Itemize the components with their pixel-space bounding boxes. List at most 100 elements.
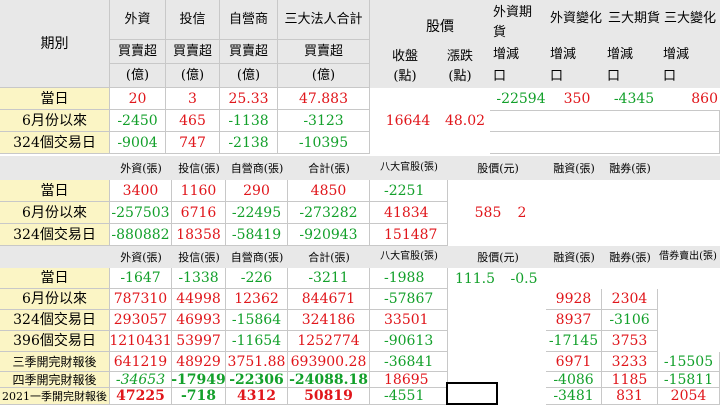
s3-cell: 44998 (172, 289, 226, 310)
s2-cell: 3400 (110, 180, 172, 202)
s2-cell: 4850 (288, 180, 370, 202)
fut-foreign-value: -22594 (496, 91, 546, 107)
s3-cell: 33501 (370, 310, 448, 331)
s3-cell: 53997 (172, 331, 226, 352)
s3-cell: -15864 (226, 310, 288, 331)
s3-cell: 50819 (288, 388, 370, 405)
s3-total-header: 合計(張) (308, 250, 350, 264)
fut-foreign-header-2: 貨 (493, 24, 507, 40)
s3-row-label: 396個交易日 (0, 331, 110, 352)
s2-price-change: 2 (517, 205, 527, 221)
selected-cell[interactable] (446, 382, 498, 405)
s3-cell: -1647 (110, 268, 172, 289)
s3-cell: -3211 (288, 268, 370, 289)
s3-cell: -11654 (226, 331, 288, 352)
trust-net-label: 買賣超 (166, 40, 220, 64)
fut-foreign-change-value: 350 (563, 91, 591, 107)
s3-cell: -17145 (546, 331, 602, 352)
s2-cell: -58419 (226, 224, 288, 246)
fut-kou-4: 口 (663, 68, 677, 84)
s1-cell: -9004 (110, 132, 166, 154)
s3-cell: -57867 (370, 289, 448, 310)
s1-cell: 47.883 (278, 88, 370, 110)
fut-three-value: -4345 (613, 91, 655, 107)
fut-three-change-value: 860 (691, 91, 718, 107)
s1-cell: 25.33 (220, 88, 278, 110)
s2-cell: -920943 (288, 224, 370, 246)
dealer-header: 自營商 (220, 0, 278, 40)
fut-incdec-3: 增減 (607, 46, 634, 62)
s3-cell: -4551 (370, 388, 448, 405)
s3-price-change: -0.5 (510, 270, 538, 287)
futures-empty-row (490, 132, 720, 154)
s3-cell: 47225 (110, 388, 172, 405)
s1-cell: 465 (166, 110, 220, 132)
s1-cell: 747 (166, 132, 220, 154)
s2-cell: -257503 (110, 202, 172, 224)
s2-cell: 6716 (172, 202, 226, 224)
s3-trust-header: 投信(張) (178, 250, 220, 264)
s3-cell: -24088.18 (288, 372, 370, 388)
s3-cell: 293057 (110, 310, 172, 331)
foreign-unit-label: (億) (110, 64, 166, 88)
s3-lend-header: 借券賣出(張) (659, 251, 717, 262)
s3-cell: -15505 (658, 352, 720, 372)
s2-row-label: 當日 (0, 180, 110, 202)
s2-cell: 290 (226, 180, 288, 202)
s3-dealer-header: 自營商(張) (230, 250, 284, 264)
s2-trust-header: 投信(張) (178, 161, 220, 175)
fut-incdec-4: 增減 (663, 46, 690, 62)
s1-cell: -1138 (220, 110, 278, 132)
s3-cell: 3233 (602, 352, 658, 372)
dealer-net-label: 買賣超 (220, 40, 278, 64)
s3-cell: -4086 (546, 372, 602, 388)
s3-cell: 831 (602, 388, 658, 405)
s3-price: 111.5 (454, 270, 496, 287)
s2-cell: 18358 (172, 224, 226, 246)
s3-foreign-header: 外資(張) (120, 250, 162, 264)
s3-cell: 324186 (288, 310, 370, 331)
s3-row-label: 當日 (0, 268, 110, 289)
change-label: 漲跌 (446, 48, 473, 64)
s1-cell: 20 (110, 88, 166, 110)
s3-cell: -3106 (602, 310, 658, 331)
fut-three-change-header: 三大變化 (663, 10, 716, 26)
s3-cell: -90613 (370, 331, 448, 352)
s3-cell: 1252774 (288, 331, 370, 352)
total3-header: 三大法人合計 (278, 0, 370, 40)
total-unit-label: (億) (278, 64, 370, 88)
foreign-header: 外資 (110, 0, 166, 40)
change-value: 48.02 (444, 113, 486, 129)
s3-cell: 1210431 (110, 331, 172, 352)
s1-row-label: 當日 (0, 88, 110, 110)
trust-header: 投信 (166, 0, 220, 40)
fut-foreign-change-header: 外資變化 (549, 10, 602, 26)
s3-cell: -15811 (658, 372, 720, 388)
period-header: 期別 (0, 0, 110, 88)
s3-cell: 1185 (602, 372, 658, 388)
s2-cell: 1160 (172, 180, 226, 202)
s3-cell: -1988 (370, 268, 448, 289)
s1-row-label: 6月份以來 (0, 110, 110, 132)
s3-cell: 3751.88 (226, 352, 288, 372)
s3-cell: 12362 (226, 289, 288, 310)
s3-cell: -36841 (370, 352, 448, 372)
fut-kou-1: 口 (493, 68, 507, 84)
s3-cell: -22306 (226, 372, 288, 388)
change-unit: (點) (448, 68, 472, 84)
s2-cell: -22495 (226, 202, 288, 224)
s3-cell: 2054 (658, 388, 720, 405)
trust-unit-label: (億) (166, 64, 220, 88)
s2-cell: -273282 (288, 202, 370, 224)
s3-eight-header: 八大官股(張) (380, 251, 438, 262)
s3-cell: 693900.28 (288, 352, 370, 372)
s1-row-label: 324個交易日 (0, 132, 110, 154)
s3-cell: -226 (226, 268, 288, 289)
s3-cell: -1338 (172, 268, 226, 289)
s3-row-label: 四季開完財報後 (0, 372, 110, 388)
s3-row-label: 324個交易日 (0, 310, 110, 331)
fut-incdec-1: 增減 (493, 46, 520, 62)
s3-row-label: 6月份以來 (0, 289, 110, 310)
s3-cell: -3481 (546, 388, 602, 405)
s3-cell: 4312 (226, 388, 288, 405)
